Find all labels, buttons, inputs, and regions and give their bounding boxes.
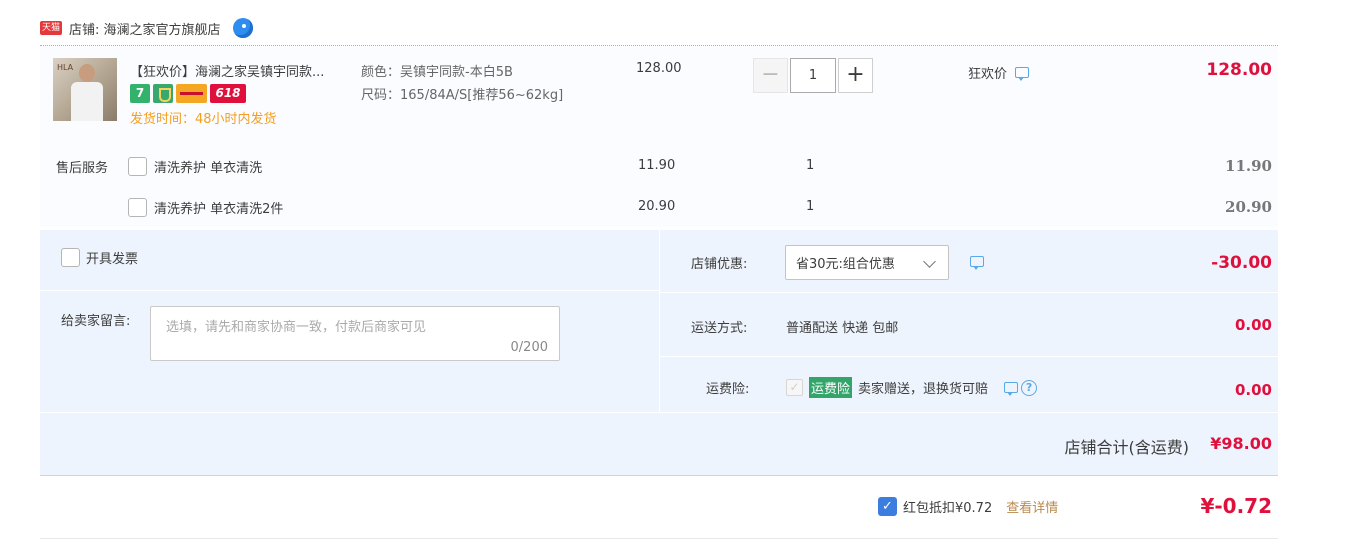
service-qty: 1: [806, 199, 815, 214]
thumbnail-model-body: [71, 82, 103, 121]
message-char-count: 0/200: [510, 340, 548, 355]
shop-total-value: ¥98.00: [1210, 434, 1272, 453]
insurance-checkbox: ✓: [786, 379, 803, 396]
shop-header: 天猫 店铺: 海澜之家官方旗舰店: [40, 14, 253, 42]
delivery-label: 运送方式:: [691, 321, 748, 336]
item-total: 128.00: [1206, 60, 1272, 80]
shop-name[interactable]: 店铺: 海澜之家官方旗舰店: [69, 19, 221, 38]
comment-icon[interactable]: [1015, 67, 1030, 81]
invoice-option: 开具发票: [61, 248, 138, 267]
seven-day-return-icon: 7: [130, 84, 150, 103]
promo-price-label: 狂欢价: [968, 63, 1030, 82]
divider: [40, 538, 1278, 539]
red-packet-label: 红包抵扣¥0.72: [903, 501, 993, 516]
service-row: 清洗养护 单衣清洗: [128, 157, 262, 176]
red-packet-checkbox[interactable]: ✓: [878, 497, 897, 516]
column-divider: [659, 230, 660, 412]
service-name: 清洗养护 单衣清洗2件: [154, 202, 284, 217]
product-tags: 7 618: [130, 84, 246, 103]
quantity-stepper: − 1 +: [753, 58, 873, 93]
shop-total-label: 店铺合计(含运费): [1064, 438, 1190, 457]
delivery-method: 普通配送 快递 包邮: [786, 321, 899, 336]
insurance-desc: 卖家赠送，退换货可赔: [858, 382, 989, 397]
service-row: 清洗养护 单衣清洗2件: [128, 198, 283, 217]
message-placeholder: 选填，请先和商家协商一致，付款后商家可见: [166, 320, 427, 335]
sku-size: 尺码：165/84A/S[推荐56~62kg]: [361, 88, 564, 103]
delivery-value: 0.00: [1234, 316, 1272, 334]
row-divider: [40, 412, 1278, 413]
service-total: 11.90: [1225, 157, 1272, 175]
message-input[interactable]: 选填，请先和商家协商一致，付款后商家可见 0/200: [150, 306, 560, 361]
coupon-select[interactable]: 省30元:组合优惠: [785, 245, 949, 280]
sku-color: 颜色：吴镇宇同款-本白5B: [361, 65, 513, 80]
comment-icon[interactable]: [970, 256, 984, 270]
service-price: 20.90: [638, 199, 676, 214]
insurance-label: 运费险:: [706, 382, 750, 397]
comment-icon[interactable]: [1004, 382, 1019, 396]
thumbnail-model-head: [79, 64, 95, 82]
promo-618-icon: 618: [210, 84, 246, 103]
row-divider: [660, 292, 1278, 293]
service-name: 清洗养护 单衣清洗: [154, 161, 263, 176]
chat-wangwang-icon[interactable]: [232, 18, 253, 38]
row-divider: [40, 290, 659, 291]
message-label: 给卖家留言:: [61, 314, 131, 329]
thumbnail-caption: HLA: [57, 63, 74, 72]
insurance-value: 0.00: [1234, 381, 1272, 399]
service-price: 11.90: [638, 158, 676, 173]
service-total: 20.90: [1225, 198, 1272, 216]
service-checkbox[interactable]: [128, 198, 147, 217]
sku-info: 颜色：吴镇宇同款-本白5B 尺码：165/84A/S[推荐56~62kg]: [361, 61, 591, 107]
qty-input[interactable]: 1: [790, 58, 836, 93]
credit-card-icon: [176, 84, 207, 103]
help-icon[interactable]: ?: [1021, 379, 1038, 396]
unit-price: 128.00: [636, 61, 682, 76]
tmall-badge: 天猫: [40, 21, 62, 35]
product-thumbnail[interactable]: HLA: [53, 58, 117, 121]
invoice-label: 开具发票: [86, 252, 139, 267]
coupon-selected: 省30元:组合优惠: [796, 257, 895, 272]
qty-plus-button[interactable]: +: [838, 58, 873, 93]
promo-label-text: 狂欢价: [968, 67, 1008, 82]
row-divider: [660, 356, 1278, 357]
shipping-time: 发货时间：48小时内发货: [130, 112, 277, 127]
invoice-checkbox[interactable]: [61, 248, 80, 267]
guarantee-shield-icon: [153, 84, 173, 103]
service-checkbox[interactable]: [128, 157, 147, 176]
product-title[interactable]: 【狂欢价】海澜之家吴镇宇同款...: [130, 61, 355, 80]
insurance-badge: 运费险: [809, 377, 853, 398]
red-packet-row: ✓ 红包抵扣¥0.72 查看详情: [878, 497, 1058, 516]
qty-minus-button[interactable]: −: [753, 58, 788, 93]
services-label: 售后服务: [56, 161, 109, 176]
coupon-value: -30.00: [1211, 253, 1272, 273]
red-packet-value: ¥-0.72: [1200, 494, 1272, 518]
coupon-label: 店铺优惠:: [691, 257, 748, 272]
view-details-link[interactable]: 查看详情: [1006, 497, 1058, 516]
insurance-row: ✓ 运费险 卖家赠送，退换货可赔 ?: [786, 377, 1038, 398]
service-qty: 1: [806, 158, 815, 173]
chevron-down-icon: [923, 255, 936, 268]
